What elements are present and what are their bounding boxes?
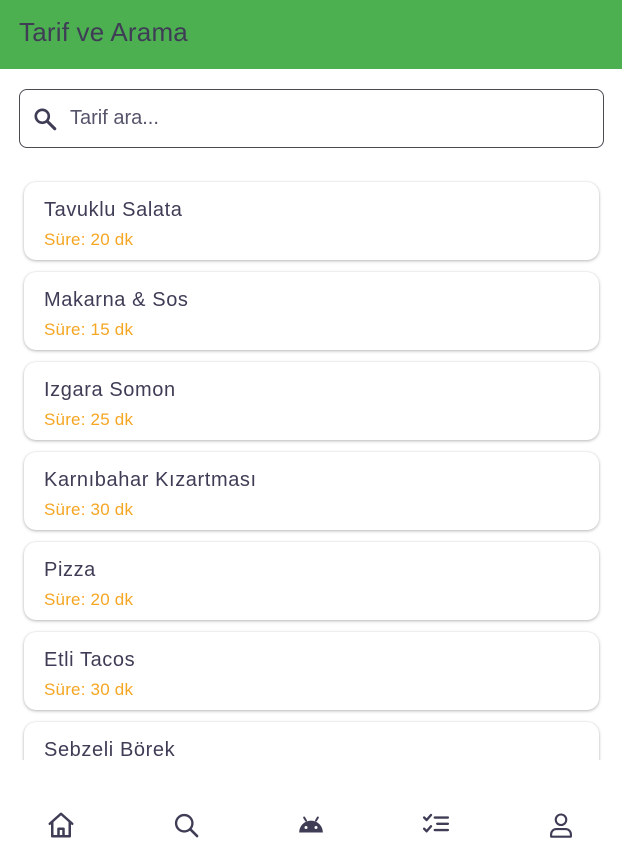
recipe-card[interactable]: Sebzeli Börek bbox=[24, 722, 599, 760]
recipe-name: Tavuklu Salata bbox=[44, 199, 183, 221]
recipe-duration: Süre: 30 dk bbox=[44, 500, 134, 519]
recipe-duration: Süre: 20 dk bbox=[44, 590, 134, 609]
recipe-duration: Süre: 30 dk bbox=[44, 680, 134, 699]
recipe-card[interactable]: Etli Tacos Süre: 30 dk bbox=[24, 632, 599, 710]
recipe-name: Pizza bbox=[44, 559, 96, 581]
search-icon bbox=[32, 106, 58, 132]
recipe-name: Makarna & Sos bbox=[44, 289, 189, 311]
page-title: Tarif ve Arama bbox=[19, 17, 188, 47]
recipe-name: Izgara Somon bbox=[44, 379, 176, 401]
recipe-card[interactable]: Pizza Süre: 20 dk bbox=[24, 542, 599, 620]
nav-android[interactable] bbox=[295, 809, 327, 841]
recipe-name: Etli Tacos bbox=[44, 649, 136, 671]
recipe-card[interactable]: Makarna & Sos Süre: 15 dk bbox=[24, 272, 599, 350]
recipe-card[interactable]: Izgara Somon Süre: 25 dk bbox=[24, 362, 599, 440]
recipe-duration: Süre: 25 dk bbox=[44, 410, 134, 429]
recipe-list[interactable]: Tavuklu Salata Süre: 20 dk Makarna & Sos… bbox=[0, 170, 622, 760]
search-input[interactable] bbox=[68, 106, 572, 131]
search-icon bbox=[172, 811, 200, 839]
app-screen: Tarif ve Arama Tavuklu Salata Süre: 20 d… bbox=[0, 0, 622, 867]
recipe-card[interactable]: Tavuklu Salata Süre: 20 dk bbox=[24, 182, 599, 260]
nav-tasks[interactable] bbox=[420, 809, 452, 841]
recipe-card[interactable]: Karnıbahar Kızartması Süre: 30 dk bbox=[24, 452, 599, 530]
app-bar: Tarif ve Arama bbox=[0, 0, 622, 69]
recipe-name: Karnıbahar Kızartması bbox=[44, 469, 257, 491]
profile-icon bbox=[547, 811, 575, 839]
search-box[interactable] bbox=[19, 89, 604, 148]
nav-search[interactable] bbox=[170, 809, 202, 841]
nav-home[interactable] bbox=[45, 809, 77, 841]
nav-profile[interactable] bbox=[545, 809, 577, 841]
bottom-navigation bbox=[0, 760, 622, 867]
recipe-duration: Süre: 20 dk bbox=[44, 230, 134, 249]
recipe-duration: Süre: 15 dk bbox=[44, 320, 134, 339]
checklist-icon bbox=[421, 810, 451, 840]
recipe-name: Sebzeli Börek bbox=[44, 739, 176, 760]
android-icon bbox=[296, 810, 326, 840]
home-icon bbox=[46, 810, 76, 840]
